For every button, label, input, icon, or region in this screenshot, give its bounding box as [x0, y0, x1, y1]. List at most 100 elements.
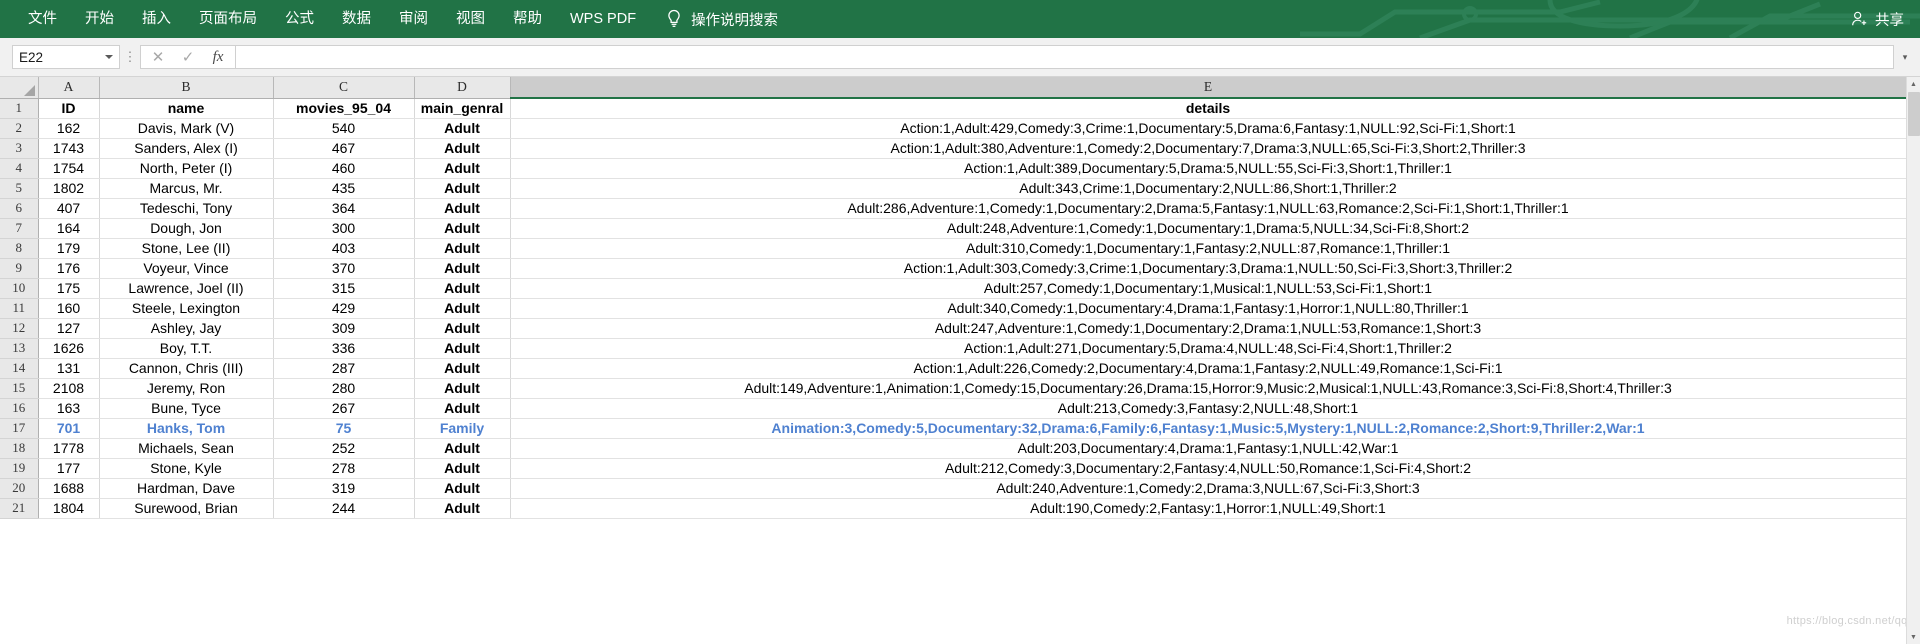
cell-movies[interactable]: 75: [273, 418, 415, 439]
cell-movies[interactable]: 309: [273, 318, 415, 339]
cell-details[interactable]: Adult:310,Comedy:1,Documentary:1,Fantasy…: [509, 238, 1907, 259]
cell-id[interactable]: 1754: [38, 158, 100, 179]
cell-genre[interactable]: Adult: [414, 458, 511, 479]
cell-id[interactable]: 162: [38, 118, 100, 139]
row-header-19[interactable]: 19: [0, 458, 39, 479]
row-header-11[interactable]: 11: [0, 298, 39, 319]
cell-genre[interactable]: Adult: [414, 118, 511, 139]
row-header-13[interactable]: 13: [0, 338, 39, 359]
menu-item-help[interactable]: 帮助: [499, 0, 556, 38]
cell-movies[interactable]: 300: [273, 218, 415, 239]
cell-genre[interactable]: Adult: [414, 438, 511, 459]
cell-name[interactable]: Voyeur, Vince: [99, 258, 274, 279]
row-header-5[interactable]: 5: [0, 178, 39, 199]
cell-name[interactable]: Hanks, Tom: [99, 418, 274, 439]
cell-genre[interactable]: Family: [414, 418, 511, 439]
cell-id[interactable]: 1626: [38, 338, 100, 359]
cell-genre[interactable]: Adult: [414, 258, 511, 279]
cell-movies[interactable]: 319: [273, 478, 415, 499]
confirm-formula-button[interactable]: ✓: [173, 46, 203, 68]
cell-name[interactable]: name: [99, 98, 274, 119]
cell-id[interactable]: 407: [38, 198, 100, 219]
insert-function-button[interactable]: fx: [203, 46, 233, 68]
cell-id[interactable]: ID: [38, 98, 100, 119]
cell-name[interactable]: Lawrence, Joel (II): [99, 278, 274, 299]
cell-genre[interactable]: Adult: [414, 138, 511, 159]
cell-genre[interactable]: Adult: [414, 218, 511, 239]
cell-details[interactable]: Action:1,Adult:389,Documentary:5,Drama:5…: [509, 158, 1907, 179]
row-header-14[interactable]: 14: [0, 358, 39, 379]
cell-movies[interactable]: 435: [273, 178, 415, 199]
row-header-2[interactable]: 2: [0, 118, 39, 139]
cell-name[interactable]: Cannon, Chris (III): [99, 358, 274, 379]
cell-movies[interactable]: 278: [273, 458, 415, 479]
cell-name[interactable]: Boy, T.T.: [99, 338, 274, 359]
cell-genre[interactable]: Adult: [414, 198, 511, 219]
menu-item-page-layout[interactable]: 页面布局: [185, 0, 271, 38]
cell-genre[interactable]: Adult: [414, 398, 511, 419]
cell-details[interactable]: Adult:190,Comedy:2,Fantasy:1,Horror:1,NU…: [509, 498, 1907, 519]
cell-name[interactable]: Sanders, Alex (I): [99, 138, 274, 159]
cell-genre[interactable]: Adult: [414, 318, 511, 339]
column-header-e[interactable]: E: [510, 77, 1907, 99]
cell-genre[interactable]: Adult: [414, 278, 511, 299]
cell-id[interactable]: 175: [38, 278, 100, 299]
cell-details[interactable]: Action:1,Adult:271,Documentary:5,Drama:4…: [509, 338, 1907, 359]
row-header-9[interactable]: 9: [0, 258, 39, 279]
cell-name[interactable]: Davis, Mark (V): [99, 118, 274, 139]
cell-details[interactable]: Adult:212,Comedy:3,Documentary:2,Fantasy…: [509, 458, 1907, 479]
row-header-6[interactable]: 6: [0, 198, 39, 219]
cell-name[interactable]: Stone, Kyle: [99, 458, 274, 479]
cell-details[interactable]: Animation:3,Comedy:5,Documentary:32,Dram…: [509, 418, 1907, 439]
cell-details[interactable]: Action:1,Adult:303,Comedy:3,Crime:1,Docu…: [509, 258, 1907, 279]
cell-details[interactable]: Adult:340,Comedy:1,Documentary:4,Drama:1…: [509, 298, 1907, 319]
row-header-10[interactable]: 10: [0, 278, 39, 299]
cell-id[interactable]: 701: [38, 418, 100, 439]
cell-movies[interactable]: 252: [273, 438, 415, 459]
vertical-scrollbar[interactable]: ▲ ▼: [1906, 77, 1920, 644]
cell-movies[interactable]: 540: [273, 118, 415, 139]
cell-name[interactable]: Michaels, Sean: [99, 438, 274, 459]
scroll-up-arrow-icon[interactable]: ▲: [1907, 77, 1920, 91]
cell-details[interactable]: Adult:343,Crime:1,Documentary:2,NULL:86,…: [509, 178, 1907, 199]
cell-movies[interactable]: 403: [273, 238, 415, 259]
scroll-down-arrow-icon[interactable]: ▼: [1907, 630, 1920, 644]
cell-movies[interactable]: 280: [273, 378, 415, 399]
expand-formula-bar-button[interactable]: ▾: [1894, 45, 1916, 69]
row-header-7[interactable]: 7: [0, 218, 39, 239]
cell-movies[interactable]: 460: [273, 158, 415, 179]
cell-id[interactable]: 164: [38, 218, 100, 239]
cell-genre[interactable]: Adult: [414, 378, 511, 399]
chevron-down-icon[interactable]: [105, 55, 113, 59]
menu-item-file[interactable]: 文件: [14, 0, 71, 38]
cell-id[interactable]: 177: [38, 458, 100, 479]
cell-id[interactable]: 176: [38, 258, 100, 279]
row-header-17[interactable]: 17: [0, 418, 39, 439]
column-header-d[interactable]: D: [414, 77, 511, 99]
cell-genre[interactable]: Adult: [414, 358, 511, 379]
cell-genre[interactable]: Adult: [414, 178, 511, 199]
cell-name[interactable]: Dough, Jon: [99, 218, 274, 239]
row-header-16[interactable]: 16: [0, 398, 39, 419]
cell-id[interactable]: 1743: [38, 138, 100, 159]
cell-movies[interactable]: 370: [273, 258, 415, 279]
cell-details[interactable]: Action:1,Adult:226,Comedy:2,Documentary:…: [509, 358, 1907, 379]
cell-id[interactable]: 2108: [38, 378, 100, 399]
cell-details[interactable]: Adult:203,Documentary:4,Drama:1,Fantasy:…: [509, 438, 1907, 459]
row-header-12[interactable]: 12: [0, 318, 39, 339]
column-header-a[interactable]: A: [38, 77, 100, 99]
cell-id[interactable]: 127: [38, 318, 100, 339]
cell-details[interactable]: Adult:213,Comedy:3,Fantasy:2,NULL:48,Sho…: [509, 398, 1907, 419]
row-header-21[interactable]: 21: [0, 498, 39, 519]
cell-name[interactable]: Tedeschi, Tony: [99, 198, 274, 219]
row-header-4[interactable]: 4: [0, 158, 39, 179]
share-button[interactable]: 共享: [1850, 0, 1904, 38]
cell-id[interactable]: 1688: [38, 478, 100, 499]
tell-me-search[interactable]: 操作说明搜索: [666, 9, 778, 30]
cell-genre[interactable]: Adult: [414, 498, 511, 519]
cell-movies[interactable]: movies_95_04: [273, 98, 415, 119]
cell-genre[interactable]: Adult: [414, 338, 511, 359]
column-header-b[interactable]: B: [99, 77, 274, 99]
cell-id[interactable]: 1802: [38, 178, 100, 199]
cell-name[interactable]: Surewood, Brian: [99, 498, 274, 519]
